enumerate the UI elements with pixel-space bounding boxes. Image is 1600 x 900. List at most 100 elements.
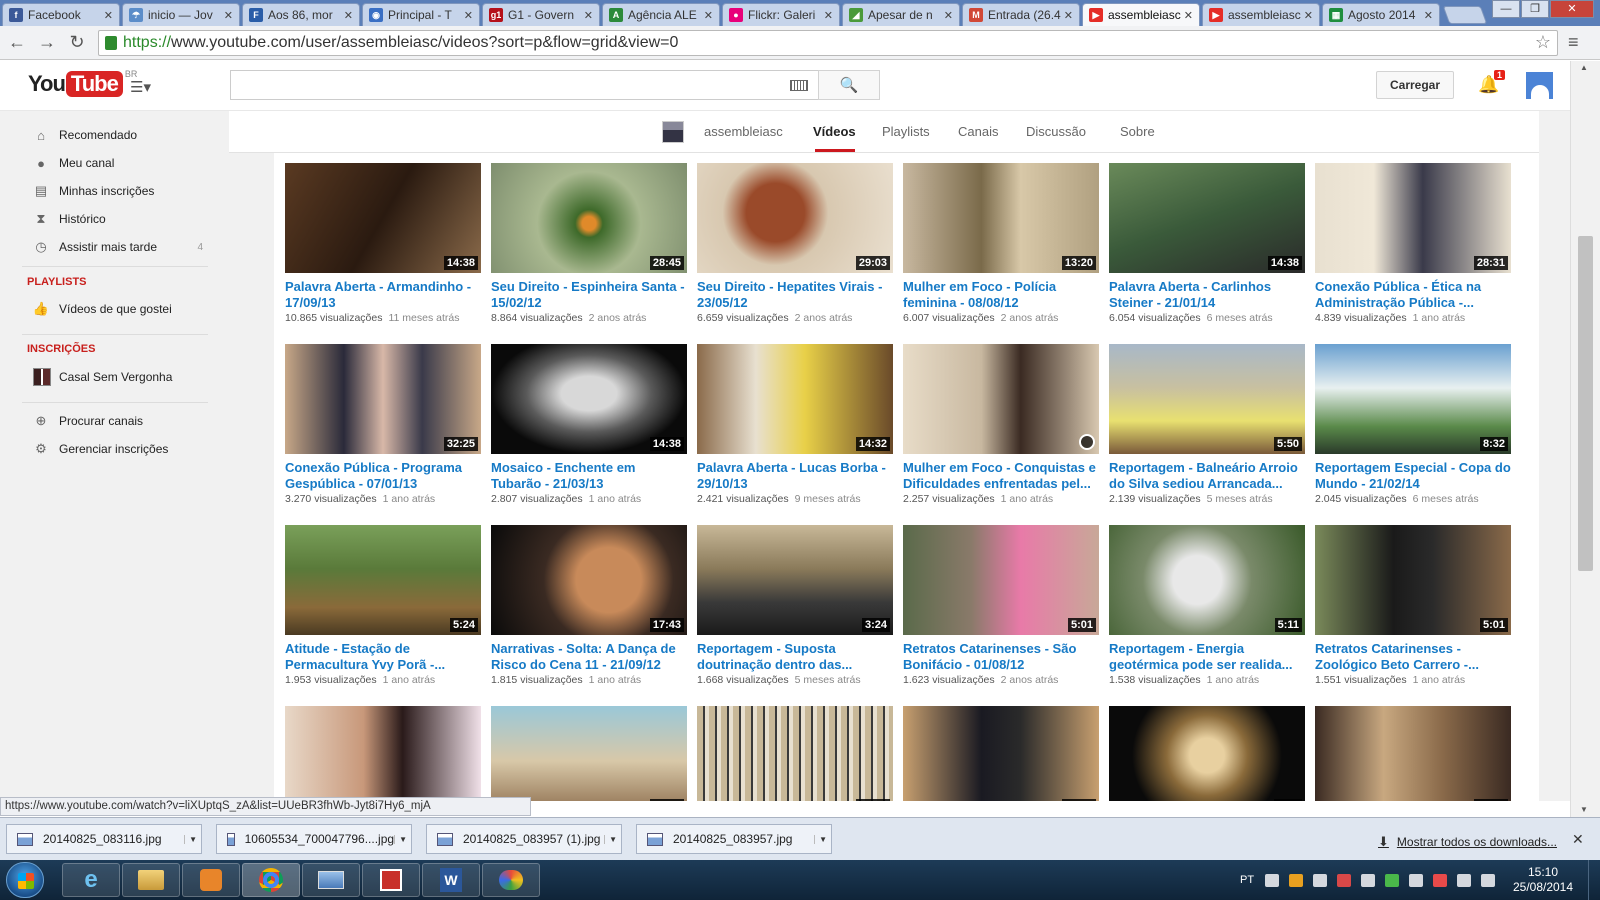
video-thumbnail[interactable]: 17:43 xyxy=(491,525,687,635)
sidebar-item[interactable]: ⊕ Procurar canais xyxy=(33,411,203,431)
video-card[interactable]: 15:02 xyxy=(1315,706,1511,801)
download-item[interactable]: 20140825_083116.jpg ▼ xyxy=(6,824,202,854)
scroll-up-arrow[interactable]: ▲ xyxy=(1580,63,1588,72)
sidebar-item[interactable]: ⚙ Gerenciar inscrições xyxy=(33,439,203,459)
browser-tab[interactable]: ● Flickr: Galeri ✕ xyxy=(722,3,840,26)
bookmark-star-icon[interactable]: ☆ xyxy=(1535,32,1551,53)
search-button[interactable]: 🔍 xyxy=(818,70,880,100)
youtube-logo[interactable]: You Tube BR xyxy=(28,69,137,97)
video-title[interactable]: Palavra Aberta - Carlinhos Steiner - 21/… xyxy=(1109,279,1305,311)
download-item[interactable]: 20140825_083957.jpg ▼ xyxy=(636,824,832,854)
tab-close-icon[interactable]: ✕ xyxy=(1424,9,1433,22)
tab-channels[interactable]: Canais xyxy=(958,124,998,139)
video-card[interactable]: 5:11 Reportagem - Energia geotérmica pode… xyxy=(1109,525,1305,686)
keyboard-icon[interactable] xyxy=(790,80,808,91)
video-card[interactable]: 28:31 Conexão Pública - Ética na Administ… xyxy=(1315,163,1511,324)
taskbar-window-icon[interactable] xyxy=(302,863,360,897)
download-menu-arrow-icon[interactable]: ▼ xyxy=(604,834,617,844)
video-card[interactable]: 14:32 Palavra Aberta - Lucas Borba - 29/1… xyxy=(697,344,893,505)
browser-tab[interactable]: A Agência ALE ✕ xyxy=(602,3,720,26)
video-card[interactable]: 18:38 xyxy=(903,706,1099,801)
tab-close-icon[interactable]: ✕ xyxy=(224,9,233,22)
video-card[interactable]: Mulher em Foco - Conquistas e Dificuldad… xyxy=(903,344,1099,505)
video-title[interactable]: Seu Direito - Hepatites Virais - 23/05/1… xyxy=(697,279,893,311)
tab-close-icon[interactable]: ✕ xyxy=(464,9,473,22)
tray-icon[interactable] xyxy=(1361,873,1376,887)
video-title[interactable]: Conexão Pública - Ética na Administração… xyxy=(1315,279,1511,311)
bluetooth-tray-icon[interactable] xyxy=(1409,873,1424,887)
video-thumbnail[interactable]: 15:02 xyxy=(1315,706,1511,801)
channel-name[interactable]: assembleiasc xyxy=(704,124,783,139)
tab-playlists[interactable]: Playlists xyxy=(882,124,930,139)
video-title[interactable]: Reportagem - Suposta doutrinação dentro … xyxy=(697,641,893,673)
video-thumbnail[interactable]: 5:24 xyxy=(285,525,481,635)
video-thumbnail[interactable]: 3:24 xyxy=(697,525,893,635)
sidebar-item[interactable]: ⧗ Histórico xyxy=(33,209,203,229)
video-card[interactable]: 32:25 Conexão Pública - Programa Gespúbli… xyxy=(285,344,481,505)
browser-tab[interactable]: ◢ Apesar de n ✕ xyxy=(842,3,960,26)
video-card[interactable]: 13:20 Mulher em Foco - Polícia feminina -… xyxy=(903,163,1099,324)
flag-tray-icon[interactable] xyxy=(1433,873,1448,887)
tab-close-icon[interactable]: ✕ xyxy=(1304,9,1313,22)
video-card[interactable]: 1:48 xyxy=(1109,706,1305,801)
video-title[interactable]: Reportagem - Energia geotérmica pode ser… xyxy=(1109,641,1305,673)
video-card[interactable]: 14:38 Palavra Aberta - Carlinhos Steiner … xyxy=(1109,163,1305,324)
video-card[interactable] xyxy=(285,706,481,801)
video-thumbnail[interactable]: 13:20 xyxy=(903,163,1099,273)
browser-tab[interactable]: ☂ inicio — Jov ✕ xyxy=(122,3,240,26)
download-item[interactable]: 10605534_700047796....jpg ▼ xyxy=(216,824,412,854)
download-menu-arrow-icon[interactable]: ▼ xyxy=(184,834,197,844)
page-scrollbar[interactable]: ▲ ▼ xyxy=(1570,61,1600,817)
video-title[interactable]: Reportagem Especial - Copa do Mundo - 21… xyxy=(1315,460,1511,492)
tab-close-icon[interactable]: ✕ xyxy=(944,9,953,22)
video-card[interactable]: 8:32 Reportagem Especial - Copa do Mundo … xyxy=(1315,344,1511,505)
speaker-tray-icon[interactable] xyxy=(1481,873,1496,887)
video-card[interactable]: 17:43 Narrativas - Solta: A Dança de Risc… xyxy=(491,525,687,686)
video-title[interactable]: Mulher em Foco - Conquistas e Dificuldad… xyxy=(903,460,1099,492)
language-indicator[interactable]: PT xyxy=(1240,874,1254,886)
power-tray-icon[interactable] xyxy=(1457,873,1472,887)
sidebar-item-liked-videos[interactable]: 👍 Vídeos de que gostei xyxy=(33,299,203,319)
video-thumbnail[interactable]: 5:01 xyxy=(903,525,1099,635)
taskbar-ie-icon[interactable]: e xyxy=(62,863,120,897)
video-thumbnail[interactable]: 29:03 xyxy=(697,163,893,273)
video-card[interactable]: 5:24 Atitude - Estação de Permacultura Yv… xyxy=(285,525,481,686)
video-thumbnail[interactable]: 14:38 xyxy=(491,344,687,454)
tab-close-icon[interactable]: ✕ xyxy=(1184,9,1193,22)
tab-close-icon[interactable]: ✕ xyxy=(704,9,713,22)
tab-videos[interactable]: Vídeos xyxy=(813,124,856,139)
taskbar-chrome-icon[interactable] xyxy=(242,863,300,897)
taskbar-media-player-icon[interactable] xyxy=(182,863,240,897)
guide-menu-icon[interactable]: ☰▾ xyxy=(130,78,151,96)
search-input[interactable] xyxy=(230,70,818,100)
download-item[interactable]: 20140825_083957 (1).jpg ▼ xyxy=(426,824,622,854)
video-thumbnail[interactable]: 28:45 xyxy=(491,163,687,273)
download-menu-arrow-icon[interactable]: ▼ xyxy=(814,834,827,844)
minimize-button[interactable]: — xyxy=(1492,0,1520,18)
video-title[interactable]: Atitude - Estação de Permacultura Yvy Po… xyxy=(285,641,481,673)
watch-later-clock-icon[interactable] xyxy=(1079,434,1095,450)
video-thumbnail[interactable] xyxy=(285,706,481,801)
maximize-button[interactable]: ❐ xyxy=(1521,0,1549,18)
browser-tab[interactable]: F Aos 86, mor ✕ xyxy=(242,3,360,26)
video-title[interactable]: Mulher em Foco - Polícia feminina - 08/0… xyxy=(903,279,1099,311)
keyboard-tray-icon[interactable] xyxy=(1265,873,1280,887)
taskbar-explorer-icon[interactable] xyxy=(122,863,180,897)
video-title[interactable]: Seu Direito - Espinheira Santa - 15/02/1… xyxy=(491,279,687,311)
video-thumbnail[interactable]: 18:38 xyxy=(903,706,1099,801)
download-shelf-close-icon[interactable]: ✕ xyxy=(1572,831,1584,848)
browser-tab[interactable]: ◉ Principal - T ✕ xyxy=(362,3,480,26)
video-card[interactable]: 14:33 xyxy=(491,706,687,801)
taskbar-app-icon[interactable] xyxy=(362,863,420,897)
tab-close-icon[interactable]: ✕ xyxy=(1064,9,1073,22)
browser-tab[interactable]: f Facebook ✕ xyxy=(2,3,120,26)
sidebar-item[interactable]: ● Meu canal xyxy=(33,153,203,173)
back-button[interactable]: ← xyxy=(4,30,30,56)
video-thumbnail[interactable]: 14:32 xyxy=(697,344,893,454)
reload-button[interactable]: ↻ xyxy=(64,30,90,56)
taskbar-paint-icon[interactable] xyxy=(482,863,540,897)
tab-close-icon[interactable]: ✕ xyxy=(104,9,113,22)
sidebar-item-subscription[interactable]: Casal Sem Vergonha xyxy=(33,367,203,387)
scrollbar-thumb[interactable] xyxy=(1578,236,1593,571)
video-title[interactable]: Reportagem - Balneário Arroio do Silva s… xyxy=(1109,460,1305,492)
